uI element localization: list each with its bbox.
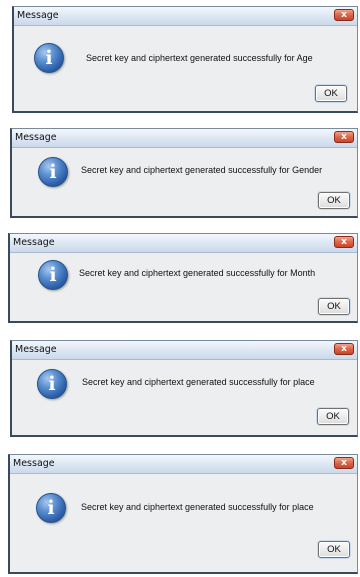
ok-button[interactable]: OK xyxy=(315,85,347,102)
dialog-title: Message xyxy=(15,132,57,143)
info-icon: i xyxy=(38,157,68,187)
dialog-message: Secret key and ciphertext generated succ… xyxy=(81,502,314,512)
dialog-titlebar[interactable]: Message x xyxy=(14,7,357,26)
close-button[interactable]: x xyxy=(334,457,354,469)
dialog-title: Message xyxy=(17,10,59,21)
info-icon: i xyxy=(36,493,66,523)
dialog-titlebar[interactable]: Message x xyxy=(12,341,357,360)
ok-button[interactable]: OK xyxy=(318,192,350,209)
dialog-titlebar[interactable]: Message x xyxy=(12,129,357,148)
ok-button[interactable]: OK xyxy=(318,298,350,315)
message-dialog-age: Message x i Secret key and ciphertext ge… xyxy=(12,6,358,113)
close-button[interactable]: x xyxy=(334,9,354,21)
info-icon: i xyxy=(38,260,68,290)
ok-button[interactable]: OK xyxy=(318,541,350,558)
message-dialog-gender: Message x i Secret key and ciphertext ge… xyxy=(10,128,358,218)
dialog-title: Message xyxy=(13,237,55,248)
ok-button[interactable]: OK xyxy=(317,408,349,425)
dialog-titlebar[interactable]: Message x xyxy=(10,234,357,253)
dialog-title: Message xyxy=(13,458,55,469)
close-button[interactable]: x xyxy=(334,343,354,355)
message-dialog-place: Message x i Secret key and ciphertext ge… xyxy=(10,340,358,437)
message-dialog-month: Message x i Secret key and ciphertext ge… xyxy=(8,233,358,323)
dialog-message: Secret key and ciphertext generated succ… xyxy=(81,165,323,175)
dialog-message: Secret key and ciphertext generated succ… xyxy=(86,53,313,63)
close-button[interactable]: x xyxy=(334,131,354,143)
dialog-title: Message xyxy=(15,344,57,355)
message-dialog-place-repeat: Message x i Secret key and ciphertext ge… xyxy=(8,454,358,574)
dialog-titlebar[interactable]: Message x xyxy=(10,455,357,474)
dialog-message: Secret key and ciphertext generated succ… xyxy=(82,377,315,387)
dialog-message: Secret key and ciphertext generated succ… xyxy=(79,268,316,278)
info-icon: i xyxy=(34,43,64,73)
info-icon: i xyxy=(37,369,67,399)
close-button[interactable]: x xyxy=(334,236,354,248)
